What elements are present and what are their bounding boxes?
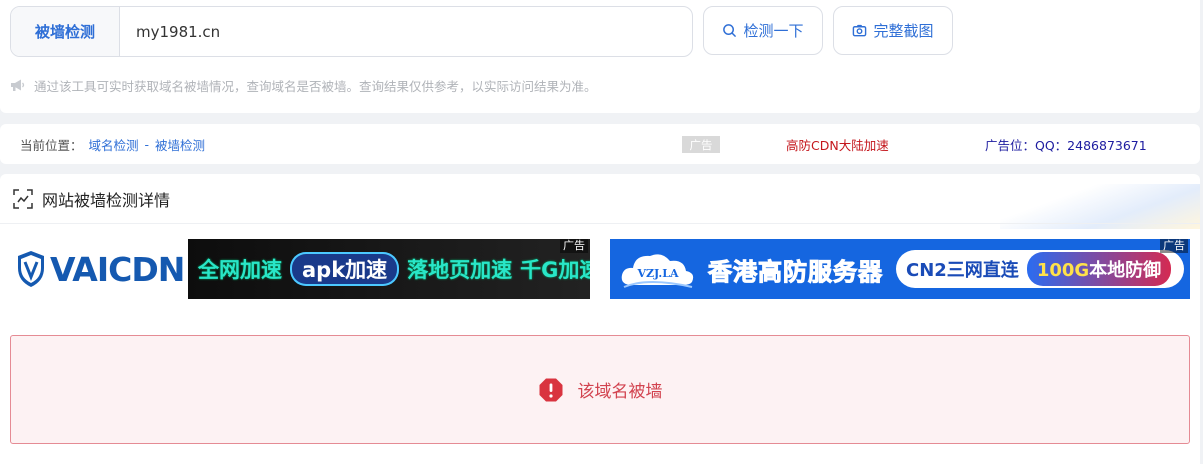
notice-text: 通过该工具可实时获取域名被墙情况，查询域名是否被墙。查询结果仅供参考，以实际访问… [34, 78, 597, 94]
cloud-logo-icon: VZJ.LA [621, 254, 694, 288]
check-button[interactable]: 检测一下 [703, 6, 823, 55]
vzj-logo: VZJ.LA [618, 247, 698, 291]
search-panel: 被墙检测 检测一下 完整截图 通过该工具可实时获取域名被墙情况，查询域名是否被墙… [0, 0, 1200, 113]
vaicdn-slogan: 全网加速 apk加速 落地页加速 千G加速 [188, 239, 590, 299]
vzj-pill-b: 100G本地防御 [1026, 252, 1172, 286]
result-alert: 该域名被墙 [10, 335, 1190, 444]
search-group: 被墙检测 [10, 6, 693, 57]
breadcrumb-bar: 当前位置： 域名检测 - 被墙检测 广告 高防CDN大陆加速 广告位：QQ：24… [0, 124, 1200, 164]
check-button-label: 检测一下 [743, 22, 804, 40]
ad-link-contact[interactable]: 广告位：QQ：2486873671 [985, 124, 1147, 164]
domain-input[interactable] [120, 7, 692, 56]
vaicdn-seg-2: apk加速 [290, 252, 400, 286]
warning-octagon-icon [539, 378, 562, 401]
result-text: 该域名被墙 [577, 382, 663, 402]
ad-mark-left: 广告 [560, 239, 588, 253]
breadcrumb-link-wall-check[interactable]: 被墙检测 [155, 135, 205, 154]
detail-panel: 网站被墙检测详情 VAICDN 全网加速 apk加速 落地页加速 千G加速 广告… [0, 174, 1200, 464]
vaicdn-logo: VAICDN [10, 239, 188, 299]
vzj-pill-b-highlight: 100G [1036, 260, 1090, 281]
megaphone-icon [11, 79, 25, 91]
screenshot-button-label: 完整截图 [873, 22, 934, 40]
screenshot-button[interactable]: 完整截图 [833, 6, 953, 55]
shield-logo-icon [18, 251, 44, 287]
search-icon [723, 24, 737, 37]
vaicdn-seg-3: 落地页加速 [407, 258, 513, 282]
breadcrumb-separator: - [144, 136, 150, 152]
ad-mark-right: 广告 [1160, 239, 1188, 253]
vaicdn-brand: VAICDN [50, 249, 185, 289]
section-header: 网站被墙检测详情 [0, 174, 1200, 224]
camera-icon [853, 24, 867, 37]
ad-link-cdn[interactable]: 高防CDN大陆加速 [786, 124, 889, 164]
notice-bar: 通过该工具可实时获取域名被墙情况，查询域名是否被墙。查询结果仅供参考，以实际访问… [10, 76, 597, 94]
search-type-label[interactable]: 被墙检测 [11, 7, 120, 56]
vzj-brand: VZJ.LA [636, 267, 678, 280]
breadcrumb-prefix: 当前位置： [20, 137, 83, 153]
vzj-title: 香港高防服务器 [708, 258, 883, 287]
ad-banner-vzj[interactable]: VZJ.LA 香港高防服务器 CN2三网直连 100G本地防御 广告 [610, 239, 1190, 299]
ad-banner-vaicdn[interactable]: VAICDN 全网加速 apk加速 落地页加速 千G加速 广告 [10, 239, 590, 299]
ad-badge: 广告 [682, 136, 720, 153]
section-title: 网站被墙检测详情 [42, 190, 171, 210]
vaicdn-seg-4: 千G加速 [520, 258, 590, 282]
breadcrumb-link-domain-check[interactable]: 域名检测 [89, 135, 139, 154]
breadcrumb: 当前位置： 域名检测 - 被墙检测 [20, 124, 205, 164]
vaicdn-seg-1: 全网加速 [198, 258, 282, 282]
vzj-pill: CN2三网直连 100G本地防御 [896, 250, 1184, 288]
vzj-pill-b-text: 本地防御 [1089, 260, 1162, 281]
scan-icon [13, 188, 33, 209]
vzj-pill-a: CN2三网直连 [906, 260, 1019, 281]
